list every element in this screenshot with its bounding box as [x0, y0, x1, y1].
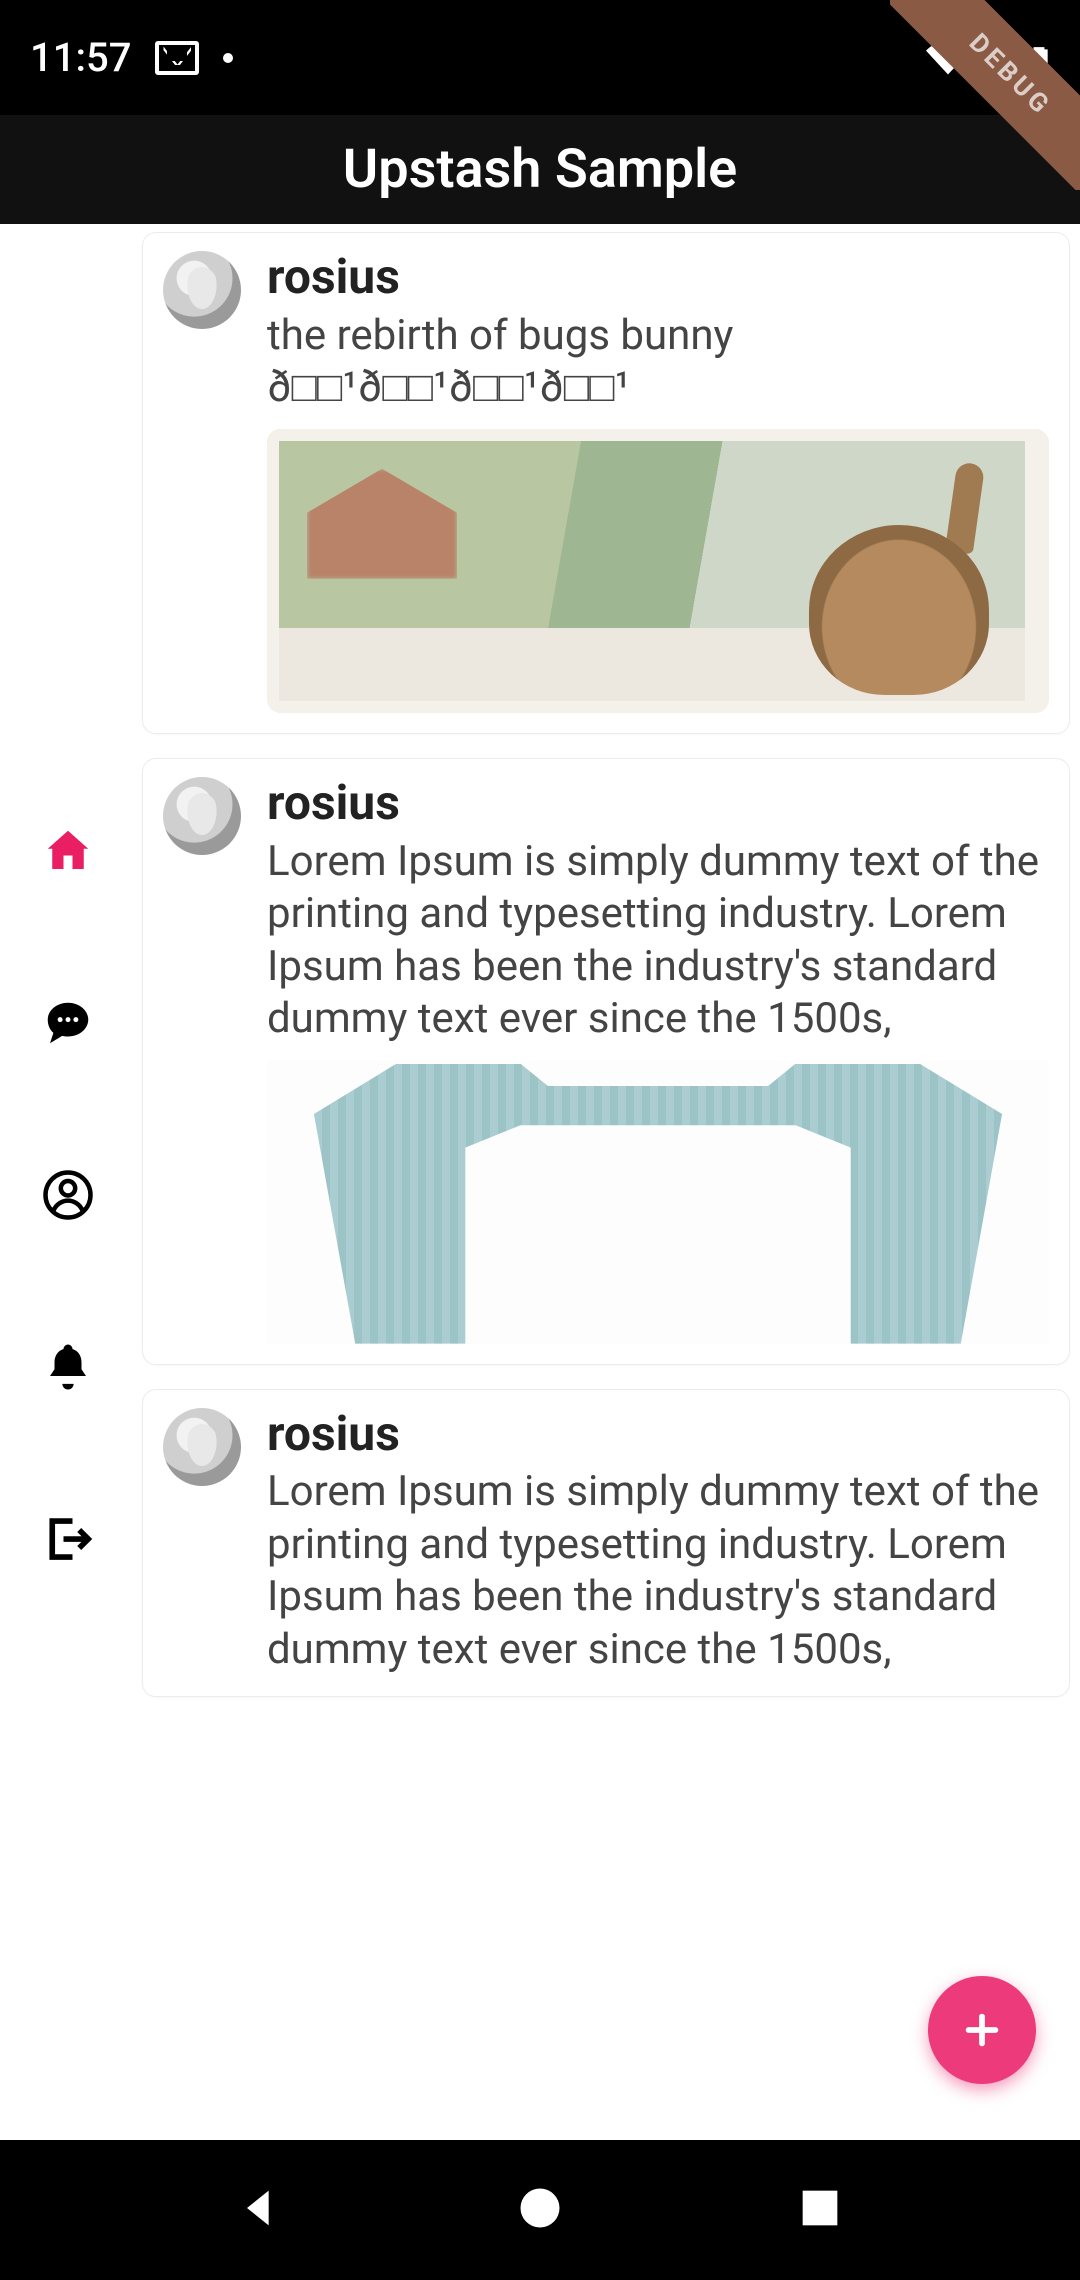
feed[interactable]: rosius the rebirth of bugs bunny ð□□¹ð□□…: [136, 224, 1080, 2140]
circle-icon: [514, 2182, 566, 2234]
chat-icon: [41, 996, 95, 1050]
appbar: Upstash Sample: [0, 115, 1080, 224]
nav-back[interactable]: [234, 2182, 286, 2238]
nav-recent[interactable]: [794, 2182, 846, 2238]
side-nav: [0, 224, 136, 2140]
post-caption: Lorem Ipsum is simply dummy text of the …: [267, 836, 1049, 1046]
profile-icon: [41, 1168, 95, 1222]
square-icon: [794, 2182, 846, 2234]
logout-icon: [41, 1512, 95, 1566]
system-navbar: [0, 2140, 1080, 2280]
notification-dot-icon: [223, 53, 233, 63]
mail-icon: [155, 41, 199, 75]
statusbar: 11:57 DEBUG: [0, 0, 1080, 115]
battery-icon: [1026, 36, 1052, 80]
post-image[interactable]: [267, 429, 1049, 713]
nav-profile[interactable]: [41, 1168, 95, 1222]
nav-chat[interactable]: [41, 996, 95, 1050]
wifi-icon: [926, 36, 970, 80]
nav-home-system[interactable]: [514, 2182, 566, 2238]
bell-icon: [41, 1340, 95, 1394]
status-time: 11:57: [30, 34, 131, 81]
post-card[interactable]: rosius Lorem Ipsum is simply dummy text …: [142, 1389, 1070, 1698]
home-icon: [41, 824, 95, 878]
back-icon: [234, 2182, 286, 2234]
post-card[interactable]: rosius Lorem Ipsum is simply dummy text …: [142, 758, 1070, 1365]
plus-icon: [959, 2007, 1005, 2053]
post-caption: Lorem Ipsum is simply dummy text of the …: [267, 1466, 1049, 1676]
nav-home[interactable]: [41, 824, 95, 878]
page-title: Upstash Sample: [343, 138, 737, 201]
avatar[interactable]: [163, 251, 241, 329]
signal-icon: [976, 36, 1020, 80]
fab-add[interactable]: [928, 1976, 1036, 2084]
post-username[interactable]: rosius: [267, 777, 1049, 830]
post-caption: the rebirth of bugs bunny ð□□¹ð□□¹ð□□¹ð□…: [267, 310, 1049, 415]
post-username[interactable]: rosius: [267, 251, 1049, 304]
nav-notifications[interactable]: [41, 1340, 95, 1394]
avatar[interactable]: [163, 777, 241, 855]
post-card[interactable]: rosius the rebirth of bugs bunny ð□□¹ð□□…: [142, 232, 1070, 734]
post-username[interactable]: rosius: [267, 1408, 1049, 1461]
nav-logout[interactable]: [41, 1512, 95, 1566]
post-image[interactable]: [267, 1060, 1049, 1344]
avatar[interactable]: [163, 1408, 241, 1486]
